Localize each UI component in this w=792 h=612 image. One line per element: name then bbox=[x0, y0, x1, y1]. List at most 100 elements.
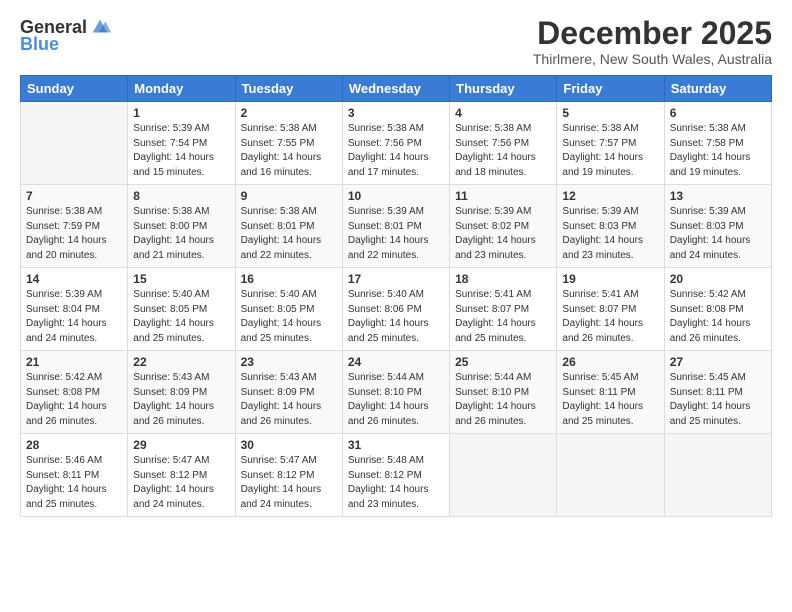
day-info: Sunrise: 5:48 AMSunset: 8:12 PMDaylight:… bbox=[348, 454, 444, 512]
table-row: 9 Sunrise: 5:38 AMSunset: 8:01 PMDaylight… bbox=[235, 185, 342, 268]
day-number: 13 bbox=[670, 189, 766, 203]
day-number: 3 bbox=[348, 106, 444, 120]
table-row: 12Sunrise: 5:39 AMSunset: 8:03 PMDayligh… bbox=[557, 185, 664, 268]
week-row-3: 14 Sunrise: 5:39 AMSunset: 8:04 PMDayligh… bbox=[21, 268, 772, 351]
day-info: Sunrise: 5:39 AMSunset: 8:01 PMDaylight:… bbox=[348, 205, 444, 263]
table-row: 29 Sunrise: 5:47 AMSunset: 8:12 PMDayligh… bbox=[128, 434, 235, 517]
col-sunday: Sunday bbox=[21, 76, 128, 102]
table-row: 11Sunrise: 5:39 AMSunset: 8:02 PMDayligh… bbox=[450, 185, 557, 268]
week-row-5: 28Sunrise: 5:46 AMSunset: 8:11 PMDayligh… bbox=[21, 434, 772, 517]
table-row: 18 Sunrise: 5:41 AMSunset: 8:07 PMDayligh… bbox=[450, 268, 557, 351]
logo-icon bbox=[89, 16, 111, 38]
month-title: December 2025 bbox=[533, 16, 772, 51]
day-number: 7 bbox=[26, 189, 122, 203]
logo-blue: Blue bbox=[20, 34, 59, 55]
day-info: Sunrise: 5:39 AMSunset: 8:02 PMDaylight:… bbox=[455, 205, 551, 263]
table-row bbox=[557, 434, 664, 517]
calendar: Sunday Monday Tuesday Wednesday Thursday… bbox=[20, 75, 772, 517]
table-row: 26 Sunrise: 5:45 AMSunset: 8:11 PMDayligh… bbox=[557, 351, 664, 434]
col-monday: Monday bbox=[128, 76, 235, 102]
table-row: 22 Sunrise: 5:43 AMSunset: 8:09 PMDayligh… bbox=[128, 351, 235, 434]
day-info: Sunrise: 5:42 AMSunset: 8:08 PMDaylight:… bbox=[670, 288, 766, 346]
day-info: Sunrise: 5:41 AMSunset: 8:07 PMDaylight:… bbox=[455, 288, 551, 346]
day-info: Sunrise: 5:38 AMSunset: 7:55 PMDaylight:… bbox=[241, 122, 337, 180]
day-number: 22 bbox=[133, 355, 229, 369]
day-info: Sunrise: 5:38 AMSunset: 7:56 PMDaylight:… bbox=[348, 122, 444, 180]
table-row: 5Sunrise: 5:38 AMSunset: 7:57 PMDaylight… bbox=[557, 102, 664, 185]
day-number: 24 bbox=[348, 355, 444, 369]
table-row: 8 Sunrise: 5:38 AMSunset: 8:00 PMDaylight… bbox=[128, 185, 235, 268]
week-row-2: 7 Sunrise: 5:38 AMSunset: 7:59 PMDaylight… bbox=[21, 185, 772, 268]
day-number: 8 bbox=[133, 189, 229, 203]
day-info: Sunrise: 5:44 AMSunset: 8:10 PMDaylight:… bbox=[455, 371, 551, 429]
week-row-1: 1 Sunrise: 5:39 AMSunset: 7:54 PMDaylight… bbox=[21, 102, 772, 185]
table-row: 15 Sunrise: 5:40 AMSunset: 8:05 PMDayligh… bbox=[128, 268, 235, 351]
table-row: 31 Sunrise: 5:48 AMSunset: 8:12 PMDayligh… bbox=[342, 434, 449, 517]
col-friday: Friday bbox=[557, 76, 664, 102]
day-info: Sunrise: 5:38 AMSunset: 7:59 PMDaylight:… bbox=[26, 205, 122, 263]
table-row: 4 Sunrise: 5:38 AMSunset: 7:56 PMDaylight… bbox=[450, 102, 557, 185]
calendar-header-row: Sunday Monday Tuesday Wednesday Thursday… bbox=[21, 76, 772, 102]
day-info: Sunrise: 5:45 AMSunset: 8:11 PMDaylight:… bbox=[670, 371, 766, 429]
day-number: 14 bbox=[26, 272, 122, 286]
day-number: 6 bbox=[670, 106, 766, 120]
day-number: 1 bbox=[133, 106, 229, 120]
day-number: 4 bbox=[455, 106, 551, 120]
day-number: 10 bbox=[348, 189, 444, 203]
day-number: 18 bbox=[455, 272, 551, 286]
table-row: 30 Sunrise: 5:47 AMSunset: 8:12 PMDayligh… bbox=[235, 434, 342, 517]
day-info: Sunrise: 5:40 AMSunset: 8:05 PMDaylight:… bbox=[133, 288, 229, 346]
table-row: 27 Sunrise: 5:45 AMSunset: 8:11 PMDayligh… bbox=[664, 351, 771, 434]
header: General Blue December 2025 Thirlmere, Ne… bbox=[20, 16, 772, 67]
col-thursday: Thursday bbox=[450, 76, 557, 102]
day-number: 29 bbox=[133, 438, 229, 452]
day-number: 30 bbox=[241, 438, 337, 452]
day-info: Sunrise: 5:40 AMSunset: 8:05 PMDaylight:… bbox=[241, 288, 337, 346]
table-row: 6 Sunrise: 5:38 AMSunset: 7:58 PMDaylight… bbox=[664, 102, 771, 185]
day-info: Sunrise: 5:39 AMSunset: 7:54 PMDaylight:… bbox=[133, 122, 229, 180]
day-info: Sunrise: 5:41 AMSunset: 8:07 PMDaylight:… bbox=[562, 288, 658, 346]
day-number: 20 bbox=[670, 272, 766, 286]
day-info: Sunrise: 5:39 AMSunset: 8:03 PMDaylight:… bbox=[670, 205, 766, 263]
table-row: 14 Sunrise: 5:39 AMSunset: 8:04 PMDayligh… bbox=[21, 268, 128, 351]
day-info: Sunrise: 5:44 AMSunset: 8:10 PMDaylight:… bbox=[348, 371, 444, 429]
day-info: Sunrise: 5:43 AMSunset: 8:09 PMDaylight:… bbox=[133, 371, 229, 429]
day-info: Sunrise: 5:43 AMSunset: 8:09 PMDaylight:… bbox=[241, 371, 337, 429]
location-title: Thirlmere, New South Wales, Australia bbox=[533, 51, 772, 67]
day-number: 31 bbox=[348, 438, 444, 452]
day-number: 21 bbox=[26, 355, 122, 369]
table-row: 2 Sunrise: 5:38 AMSunset: 7:55 PMDaylight… bbox=[235, 102, 342, 185]
table-row: 21Sunrise: 5:42 AMSunset: 8:08 PMDayligh… bbox=[21, 351, 128, 434]
col-saturday: Saturday bbox=[664, 76, 771, 102]
day-number: 25 bbox=[455, 355, 551, 369]
day-number: 27 bbox=[670, 355, 766, 369]
day-info: Sunrise: 5:46 AMSunset: 8:11 PMDaylight:… bbox=[26, 454, 122, 512]
title-block: December 2025 Thirlmere, New South Wales… bbox=[533, 16, 772, 67]
table-row: 10 Sunrise: 5:39 AMSunset: 8:01 PMDayligh… bbox=[342, 185, 449, 268]
table-row: 19Sunrise: 5:41 AMSunset: 8:07 PMDayligh… bbox=[557, 268, 664, 351]
day-info: Sunrise: 5:47 AMSunset: 8:12 PMDaylight:… bbox=[133, 454, 229, 512]
day-number: 9 bbox=[241, 189, 337, 203]
day-number: 2 bbox=[241, 106, 337, 120]
day-info: Sunrise: 5:39 AMSunset: 8:04 PMDaylight:… bbox=[26, 288, 122, 346]
table-row: 16Sunrise: 5:40 AMSunset: 8:05 PMDayligh… bbox=[235, 268, 342, 351]
day-info: Sunrise: 5:45 AMSunset: 8:11 PMDaylight:… bbox=[562, 371, 658, 429]
table-row bbox=[664, 434, 771, 517]
day-info: Sunrise: 5:38 AMSunset: 8:00 PMDaylight:… bbox=[133, 205, 229, 263]
col-wednesday: Wednesday bbox=[342, 76, 449, 102]
day-info: Sunrise: 5:47 AMSunset: 8:12 PMDaylight:… bbox=[241, 454, 337, 512]
table-row: 13 Sunrise: 5:39 AMSunset: 8:03 PMDayligh… bbox=[664, 185, 771, 268]
table-row: 24 Sunrise: 5:44 AMSunset: 8:10 PMDayligh… bbox=[342, 351, 449, 434]
logo: General Blue bbox=[20, 16, 111, 55]
page-container: General Blue December 2025 Thirlmere, Ne… bbox=[0, 0, 792, 527]
day-info: Sunrise: 5:40 AMSunset: 8:06 PMDaylight:… bbox=[348, 288, 444, 346]
day-info: Sunrise: 5:38 AMSunset: 7:58 PMDaylight:… bbox=[670, 122, 766, 180]
day-info: Sunrise: 5:38 AMSunset: 7:56 PMDaylight:… bbox=[455, 122, 551, 180]
day-number: 23 bbox=[241, 355, 337, 369]
table-row: 7 Sunrise: 5:38 AMSunset: 7:59 PMDaylight… bbox=[21, 185, 128, 268]
day-number: 26 bbox=[562, 355, 658, 369]
day-number: 15 bbox=[133, 272, 229, 286]
table-row: 1 Sunrise: 5:39 AMSunset: 7:54 PMDaylight… bbox=[128, 102, 235, 185]
day-info: Sunrise: 5:38 AMSunset: 8:01 PMDaylight:… bbox=[241, 205, 337, 263]
day-number: 5 bbox=[562, 106, 658, 120]
